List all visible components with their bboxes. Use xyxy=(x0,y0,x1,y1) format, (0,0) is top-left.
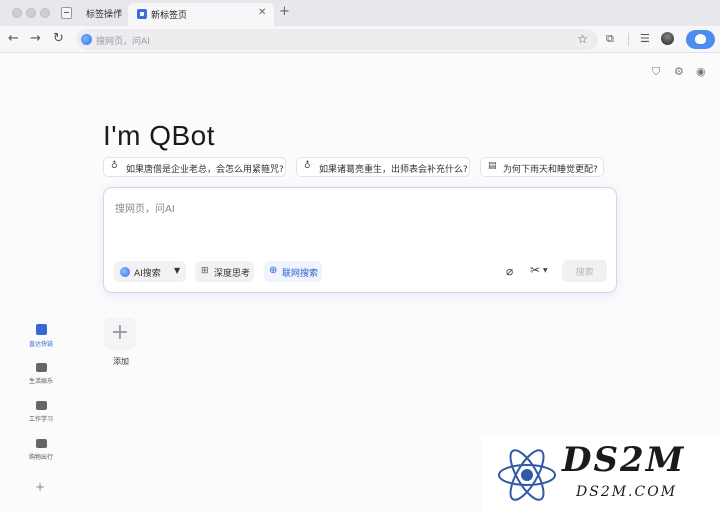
tab-title: 新标签页 xyxy=(151,11,188,21)
tab-group-label[interactable]: 标签操作 xyxy=(86,7,122,20)
new-tab-button[interactable]: + xyxy=(279,5,290,19)
deep-think-label: 深度思考 xyxy=(214,269,251,279)
deep-think-toggle[interactable]: ⊞ 深度思考 xyxy=(195,261,254,282)
tab-group-icon[interactable] xyxy=(61,7,72,19)
folder-icon xyxy=(35,401,47,410)
close-icon[interactable]: ✕ xyxy=(258,7,266,18)
web-search-toggle[interactable]: ⊕ 联网搜索 xyxy=(264,261,322,282)
ai-search-mode-dropdown[interactable]: AI搜索 ▼ xyxy=(114,261,186,282)
forward-arrow-icon[interactable]: → xyxy=(30,31,41,47)
suggestion-label: 为何下雨天和睡觉更配? xyxy=(503,165,598,175)
sidebar-item-label: 购物出行 xyxy=(28,454,53,461)
tab-new-tab[interactable]: 新标签页 ✕ xyxy=(128,3,274,26)
add-shortcut-label: 添加 xyxy=(113,357,129,366)
suggestion-label: 如果诸葛亮重生，出师表会补充什么? xyxy=(319,165,468,175)
extensions-icon[interactable]: ⧉ xyxy=(606,32,614,46)
minimize-window-button[interactable] xyxy=(26,8,36,18)
chevron-down-icon[interactable]: ▾ xyxy=(118,7,122,15)
skin-shirt-icon[interactable]: ⛉ xyxy=(652,65,660,79)
web-search-label: 联网搜索 xyxy=(282,269,319,279)
watermark-brand: DS2M xyxy=(562,440,686,480)
search-input[interactable]: 搜网页，问AI xyxy=(115,200,175,215)
home-icon xyxy=(137,9,147,19)
sidebar-item-label: 生活娱乐 xyxy=(28,378,53,385)
qbot-assistant-button[interactable] xyxy=(686,30,715,49)
back-arrow-icon[interactable]: ← xyxy=(8,31,19,47)
atom-logo-icon xyxy=(498,449,556,501)
search-box[interactable]: 搜网页，问AI AI搜索 ▼ ⊞ 深度思考 ⊕ 联网搜索 ⌀ ✂ ▼ 搜索 xyxy=(103,187,617,293)
suggestion-label: 如果唐僧是企业老总，会怎么用紧箍咒? xyxy=(126,165,284,175)
title-bar: 标签操作 ▾ 新标签页 ✕ + xyxy=(0,0,720,26)
sidebar-item-direct-links[interactable]: 直达快链 xyxy=(24,324,58,348)
reload-icon[interactable]: ↻ xyxy=(53,31,64,47)
toolbar-divider xyxy=(628,33,629,46)
avatar[interactable] xyxy=(661,32,674,45)
bulb-icon: ♁ xyxy=(304,161,311,171)
ai-search-label: AI搜索 xyxy=(134,269,161,279)
eye-icon[interactable]: ◉ xyxy=(696,65,706,78)
add-category-button[interactable]: + xyxy=(35,480,45,494)
globe-icon: ⊕ xyxy=(269,265,278,276)
add-shortcut-button[interactable]: + xyxy=(104,318,136,350)
scissors-icon[interactable]: ✂ xyxy=(530,263,540,277)
settings-icon[interactable]: ⚙ xyxy=(674,65,684,78)
bookmark-star-icon[interactable]: ☆ xyxy=(577,32,588,46)
suggestion-chip[interactable]: ♁ 如果诸葛亮重生，出师表会补充什么? xyxy=(296,157,470,177)
address-bar[interactable]: 搜网页，问AI ☆ xyxy=(76,29,598,50)
sidebar-item-life-entertainment[interactable]: 生活娱乐 xyxy=(24,363,58,385)
watermark-domain: DS2M.COM xyxy=(576,484,678,500)
caret-down-icon: ▼ xyxy=(174,266,181,275)
search-submit-button[interactable]: 搜索 xyxy=(562,260,607,282)
grid-icon xyxy=(35,324,47,335)
suggestion-chip[interactable]: ▤ 为何下雨天和睡觉更配? xyxy=(480,157,604,177)
bulb-icon: ♁ xyxy=(111,161,118,171)
folder-icon xyxy=(35,439,47,448)
suggestion-chip[interactable]: ♁ 如果唐僧是企业老总，会怎么用紧箍咒? xyxy=(103,157,286,177)
sidebar-item-shopping-travel[interactable]: 购物出行 xyxy=(24,439,58,461)
caret-down-icon[interactable]: ▼ xyxy=(543,267,548,274)
watermark: DS2M DS2M.COM xyxy=(482,436,720,512)
qbot-logo-icon xyxy=(81,34,92,45)
close-window-button[interactable] xyxy=(12,8,22,18)
qbot-logo-icon xyxy=(120,267,130,277)
browser-toolbar: ← → ↻ 搜网页，问AI ☆ ⧉ ☰ xyxy=(0,26,720,53)
shortcut-category-sidebar: 直达快链 生活娱乐 工作学习 购物出行 + xyxy=(0,318,80,512)
menu-icon[interactable]: ☰ xyxy=(640,32,650,45)
chat-icon: ▤ xyxy=(488,161,497,171)
zoom-window-button[interactable] xyxy=(40,8,50,18)
paperclip-icon[interactable]: ⌀ xyxy=(506,264,513,278)
address-placeholder: 搜网页，问AI xyxy=(96,37,150,47)
sidebar-item-label: 工作学习 xyxy=(28,416,53,423)
page-title: I'm QBot xyxy=(103,120,216,151)
deep-think-icon: ⊞ xyxy=(201,266,209,276)
sidebar-item-work-study[interactable]: 工作学习 xyxy=(24,401,58,423)
sidebar-item-label: 直达快链 xyxy=(28,341,53,348)
folder-icon xyxy=(35,363,47,372)
